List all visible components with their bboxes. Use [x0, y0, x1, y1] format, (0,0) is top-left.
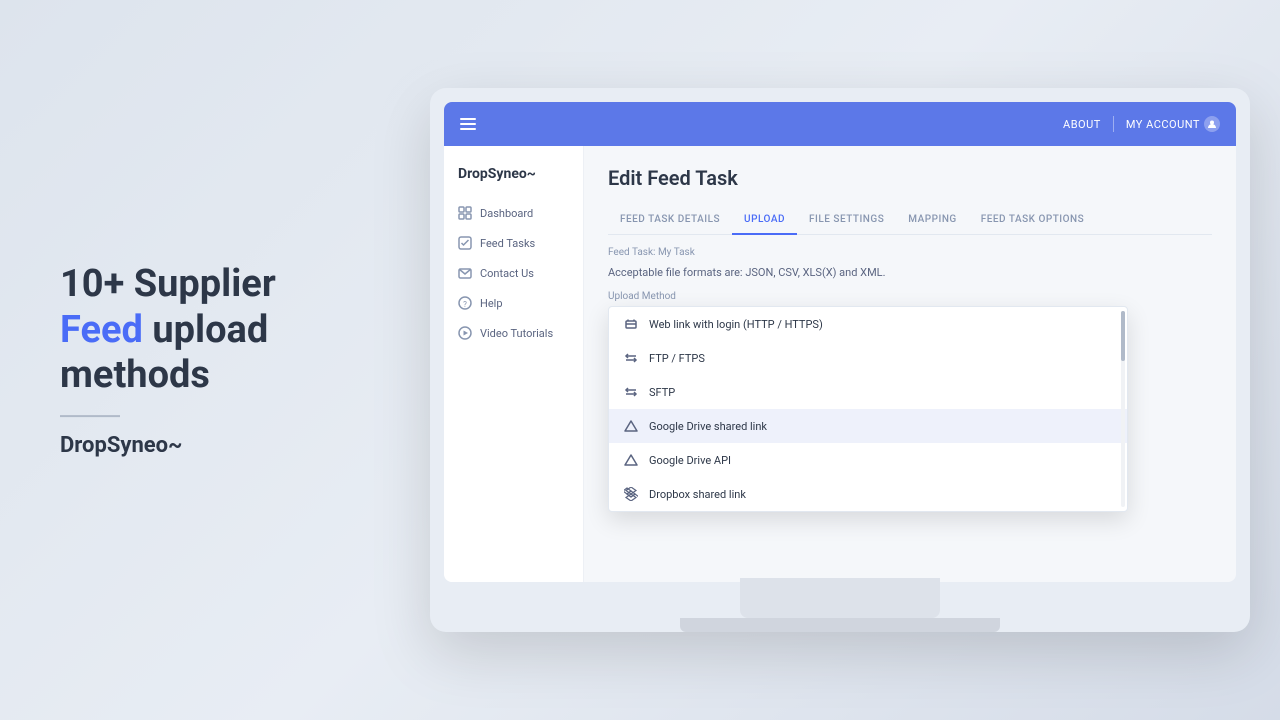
dropbox-icon [623, 486, 639, 502]
help-circle-icon: ? [458, 296, 472, 310]
sidebar-logo-tilde: ~ [527, 166, 536, 182]
page-title: Edit Feed Task [608, 166, 1212, 190]
tab-feed-task-options[interactable]: FEED TASK OPTIONS [969, 206, 1096, 235]
promo-line1: 10+ Supplier [60, 262, 276, 306]
grid-icon [458, 206, 472, 220]
promo-line2-normal: upload [143, 308, 268, 352]
sidebar-logo-syneo: Syneo [488, 166, 527, 182]
sidebar-item-video-tutorials[interactable]: Video Tutorials [444, 318, 583, 348]
promo-divider [60, 415, 120, 417]
promo-panel: 10+ Supplier Feed upload methods DropSyn… [60, 262, 340, 458]
monitor-screen: ABOUT MY ACCOUNT DropSyneo~ [444, 102, 1236, 582]
gdrive-shared-icon [623, 418, 639, 434]
sidebar-logo: DropSyneo~ [444, 162, 583, 198]
tab-bar: FEED TASK DETAILS UPLOAD FILE SETTINGS M… [608, 206, 1212, 235]
promo-logo-syneo: Syneo [107, 433, 168, 458]
scrollbar-track [1121, 311, 1125, 507]
tab-feed-task-details[interactable]: FEED TASK DETAILS [608, 206, 732, 235]
ftp-icon [623, 350, 639, 366]
promo-line3: methods [60, 353, 210, 397]
tab-upload[interactable]: UPLOAD [732, 206, 797, 235]
promo-line2-highlight: Feed [60, 308, 143, 352]
promo-logo-drop: Drop [60, 433, 107, 458]
app-body: DropSyneo~ Dashboard Feed Tasks [444, 146, 1236, 582]
app-header: ABOUT MY ACCOUNT [444, 102, 1236, 146]
sidebar-item-dashboard[interactable]: Dashboard [444, 198, 583, 228]
main-content: Edit Feed Task FEED TASK DETAILS UPLOAD … [584, 146, 1236, 582]
gdrive-api-icon [623, 452, 639, 468]
sidebar-item-feed-tasks[interactable]: Feed Tasks [444, 228, 583, 258]
monitor-stand-area [444, 578, 1236, 632]
upload-method-label: Upload Method [608, 291, 1212, 302]
my-account-link[interactable]: MY ACCOUNT [1126, 116, 1220, 132]
dropdown-item-ftp[interactable]: FTP / FTPS [609, 341, 1127, 375]
dropdown-item-gdrive-shared[interactable]: Google Drive shared link [609, 409, 1127, 443]
header-right: ABOUT MY ACCOUNT [1063, 116, 1220, 132]
upload-section: Upload Method Web [608, 291, 1212, 302]
sidebar-item-feed-tasks-label: Feed Tasks [480, 237, 535, 250]
link-icon [623, 316, 639, 332]
tab-mapping[interactable]: MAPPING [896, 206, 968, 235]
my-account-label: MY ACCOUNT [1126, 118, 1200, 131]
hamburger-icon[interactable] [460, 118, 476, 130]
breadcrumb: Feed Task: My Task [608, 247, 1212, 258]
envelope-icon [458, 266, 472, 280]
sidebar-item-help-label: Help [480, 297, 503, 310]
monitor-stand [740, 578, 940, 618]
header-divider [1113, 116, 1114, 132]
dropdown-item-dropbox-label: Dropbox shared link [649, 488, 746, 501]
sidebar-item-video-tutorials-label: Video Tutorials [480, 327, 553, 340]
about-link[interactable]: ABOUT [1063, 118, 1101, 131]
check-square-icon [458, 236, 472, 250]
acceptable-formats-text: Acceptable file formats are: JSON, CSV, … [608, 266, 1212, 279]
promo-logo: DropSyneo~ [60, 433, 340, 458]
dropdown-item-dropbox[interactable]: Dropbox shared link [609, 477, 1127, 511]
sidebar-logo-drop: Drop [458, 166, 488, 182]
play-circle-icon [458, 326, 472, 340]
tab-file-settings[interactable]: FILE SETTINGS [797, 206, 896, 235]
header-left [460, 118, 476, 130]
promo-logo-tilde: ~ [168, 433, 182, 458]
user-avatar-icon [1204, 116, 1220, 132]
monitor-base [680, 618, 1000, 632]
dropdown-item-gdrive-api[interactable]: Google Drive API [609, 443, 1127, 477]
monitor-container: ABOUT MY ACCOUNT DropSyneo~ [430, 88, 1250, 632]
sftp-icon [623, 384, 639, 400]
dropdown-item-gdrive-api-label: Google Drive API [649, 454, 731, 467]
dropdown-item-web-link[interactable]: Web link with login (HTTP / HTTPS) [609, 307, 1127, 341]
monitor-frame: ABOUT MY ACCOUNT DropSyneo~ [430, 88, 1250, 632]
sidebar-item-help[interactable]: ? Help [444, 288, 583, 318]
sidebar-item-contact-us-label: Contact Us [480, 267, 534, 280]
svg-text:?: ? [463, 300, 467, 309]
dropdown-item-sftp[interactable]: SFTP [609, 375, 1127, 409]
dropdown-item-gdrive-shared-label: Google Drive shared link [649, 420, 767, 433]
sidebar-item-contact-us[interactable]: Contact Us [444, 258, 583, 288]
sidebar: DropSyneo~ Dashboard Feed Tasks [444, 146, 584, 582]
promo-title: 10+ Supplier Feed upload methods [60, 262, 340, 399]
dropdown-item-web-link-label: Web link with login (HTTP / HTTPS) [649, 318, 823, 331]
dropdown-item-ftp-label: FTP / FTPS [649, 352, 705, 365]
sidebar-item-dashboard-label: Dashboard [480, 207, 533, 220]
scrollbar-thumb[interactable] [1121, 311, 1125, 361]
dropdown-menu: Web link with login (HTTP / HTTPS) [608, 306, 1128, 512]
dropdown-item-sftp-label: SFTP [649, 386, 675, 399]
